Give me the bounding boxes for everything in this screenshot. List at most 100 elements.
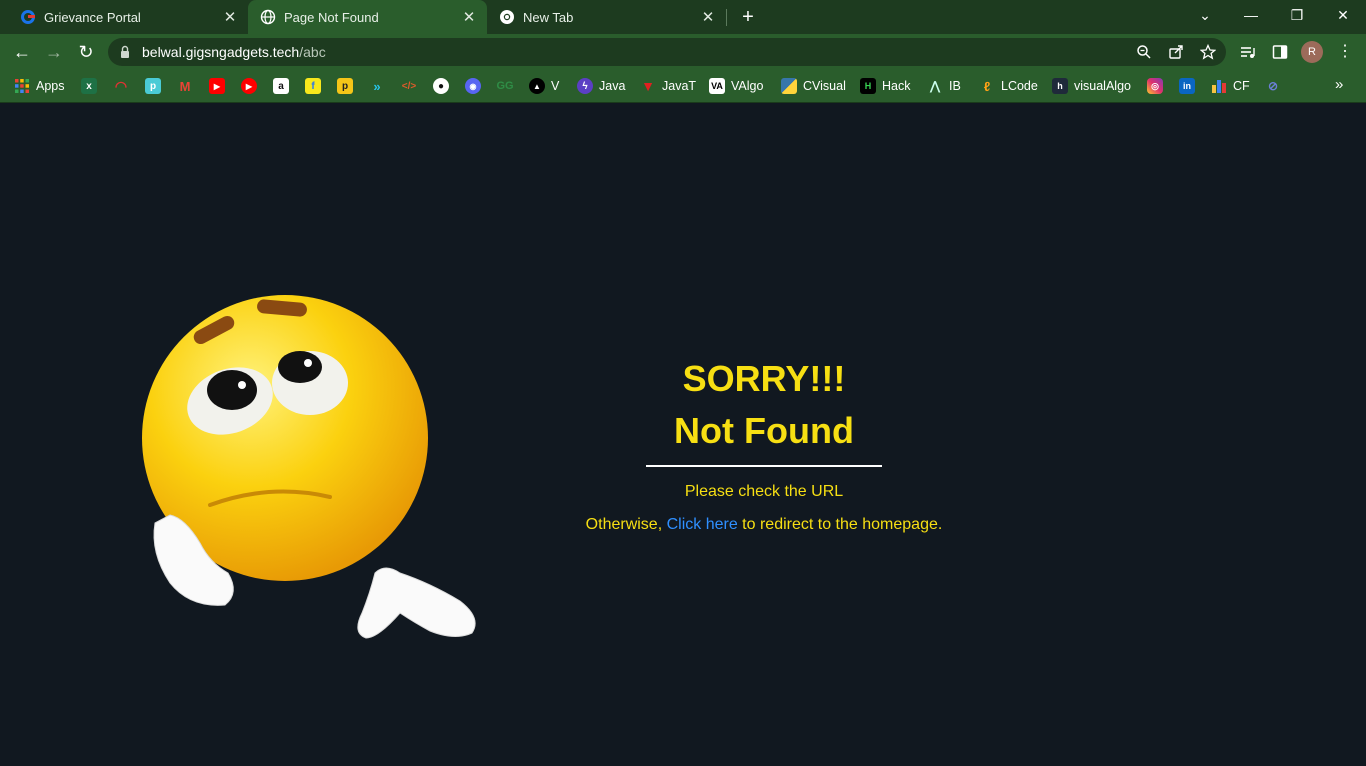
more-bookmarks-icon[interactable]: » bbox=[1335, 76, 1343, 93]
close-tab-icon[interactable]: ✕ bbox=[698, 8, 718, 26]
bookmark-paytm[interactable]: p bbox=[337, 76, 353, 96]
bookmark-label: Hack bbox=[882, 79, 911, 93]
bookmark-label: JavaT bbox=[662, 79, 697, 93]
restore-button[interactable]: ❐ bbox=[1274, 0, 1320, 30]
gfg-icon: GG bbox=[496, 80, 514, 92]
link-icon: ⊘ bbox=[1267, 79, 1279, 93]
bookmark-label: Java bbox=[599, 79, 626, 93]
bookmark-gmail[interactable]: M bbox=[177, 76, 193, 96]
interviewbit-icon: ⋀ bbox=[930, 79, 940, 93]
bookmark-valgo[interactable]: VA VAlgo bbox=[709, 76, 763, 96]
emoji-pupil bbox=[207, 370, 257, 410]
youtube-music-icon: ▶ bbox=[241, 78, 257, 94]
bookmark-cvisual[interactable]: CVisual bbox=[781, 76, 846, 96]
bookmark-javat[interactable]: ▼ JavaT bbox=[640, 76, 696, 96]
url-host: belwal.gigsngadgets.tech bbox=[142, 44, 300, 60]
close-window-button[interactable]: ✕ bbox=[1320, 0, 1366, 30]
tab-new-tab[interactable]: New Tab ✕ bbox=[487, 0, 726, 34]
tab-search-button[interactable]: ⌄ bbox=[1182, 0, 1228, 30]
bookmark-label: CVisual bbox=[803, 79, 846, 93]
codeforces-icon bbox=[1212, 80, 1226, 93]
bookmark-lcode[interactable]: ℓ LCode bbox=[979, 76, 1038, 96]
grievance-portal-favicon-icon bbox=[21, 10, 35, 24]
page-content: SORRY!!! Not Found Please check the URL … bbox=[0, 103, 1366, 766]
reload-button[interactable]: ↻ bbox=[74, 40, 98, 64]
minimize-button[interactable]: — bbox=[1228, 0, 1274, 30]
homepage-link[interactable]: Click here bbox=[667, 516, 738, 533]
tp-link-icon: p bbox=[145, 78, 161, 94]
paytm-p-icon: p bbox=[337, 78, 353, 94]
bookmark-label: visualAlgo bbox=[1074, 79, 1131, 93]
tab-grievance-portal[interactable]: Grievance Portal ✕ bbox=[0, 0, 248, 34]
visualalgo-icon: h bbox=[1052, 78, 1068, 94]
python-icon bbox=[781, 78, 797, 94]
linkedin-icon: in bbox=[1179, 78, 1195, 94]
bookmark-amazon[interactable]: a bbox=[273, 76, 289, 96]
media-queue-icon[interactable] bbox=[1240, 44, 1256, 60]
bookmark-speed[interactable]: ◠ bbox=[113, 76, 129, 96]
bookmark-star-icon[interactable] bbox=[1200, 44, 1216, 60]
bookmark-label: V bbox=[551, 79, 560, 93]
side-panel-icon[interactable] bbox=[1272, 44, 1288, 60]
emoji-pupil bbox=[278, 351, 322, 383]
emoji-right-hand bbox=[357, 567, 476, 639]
leetcode-icon: ℓ bbox=[983, 78, 991, 94]
thinking-emoji-image bbox=[142, 295, 476, 639]
bookmark-label: LCode bbox=[1001, 79, 1038, 93]
share-icon[interactable] bbox=[1168, 44, 1184, 60]
close-tab-icon[interactable]: ✕ bbox=[459, 8, 479, 26]
error-message: SORRY!!! Not Found Please check the URL … bbox=[560, 353, 968, 534]
tab-title: Page Not Found bbox=[284, 9, 379, 25]
check-url-text: Please check the URL bbox=[684, 483, 844, 500]
bookmark-java[interactable]: ϟ Java bbox=[577, 76, 625, 96]
tab-page-not-found[interactable]: Page Not Found ✕ bbox=[248, 0, 487, 34]
menu-kebab-icon[interactable]: ⋮ bbox=[1333, 40, 1357, 64]
address-bar[interactable]: belwal.gigsngadgets.tech/abc bbox=[108, 38, 1226, 66]
bookmark-github[interactable]: ● bbox=[433, 76, 449, 96]
bookmark-gfg[interactable]: GG bbox=[496, 76, 514, 96]
hackerrank-icon: H bbox=[860, 78, 876, 94]
bookmark-v[interactable]: ▲ V bbox=[529, 76, 559, 96]
redirect-prefix: Otherwise, bbox=[585, 516, 667, 533]
amazon-icon: a bbox=[273, 78, 289, 94]
bookmark-tplink[interactable]: p bbox=[145, 76, 161, 96]
bookmark-apps[interactable]: Apps bbox=[14, 76, 65, 96]
tab-strip: Grievance Portal ✕ Page Not Found ✕ New … bbox=[0, 0, 1366, 34]
code-brackets-icon: </> bbox=[401, 80, 417, 92]
back-button[interactable]: ← bbox=[10, 40, 34, 64]
bookmark-youtube[interactable]: ▶ bbox=[209, 76, 225, 96]
bookmark-link[interactable]: ⊘ bbox=[1265, 76, 1281, 96]
bookmark-flipkart[interactable]: f bbox=[305, 76, 321, 96]
bookmark-cf[interactable]: CF bbox=[1211, 76, 1250, 96]
excel-icon: x bbox=[81, 78, 97, 94]
zoom-icon[interactable] bbox=[1136, 44, 1152, 60]
bookmark-label: IB bbox=[949, 79, 961, 93]
bookmark-excel[interactable]: x bbox=[81, 76, 97, 96]
bookmarks-bar: Apps x ◠ p M ▶ ▶ a f p » </> ● ◉ GG ▲ V … bbox=[0, 70, 1366, 103]
profile-avatar[interactable]: R bbox=[1301, 41, 1323, 63]
triangle-icon: ▲ bbox=[529, 78, 545, 94]
bookmark-youtube-music[interactable]: ▶ bbox=[241, 76, 257, 96]
lock-icon bbox=[121, 45, 129, 58]
redirect-suffix: to redirect to the homepage. bbox=[737, 516, 943, 533]
bookmark-linkedin[interactable]: in bbox=[1179, 76, 1195, 96]
discord-icon: ◉ bbox=[465, 78, 481, 94]
forward-button[interactable]: → bbox=[42, 40, 66, 64]
tab-separator bbox=[726, 9, 727, 26]
emoji-eye-glint bbox=[238, 381, 246, 389]
bookmark-label: CF bbox=[1233, 79, 1250, 93]
bookmark-arrow[interactable]: » bbox=[369, 76, 385, 96]
close-tab-icon[interactable]: ✕ bbox=[220, 8, 240, 26]
instagram-icon: ◎ bbox=[1147, 78, 1163, 94]
flipkart-icon: f bbox=[305, 78, 321, 94]
bookmark-code[interactable]: </> bbox=[401, 76, 417, 96]
new-tab-button[interactable]: + bbox=[737, 6, 759, 28]
bookmark-visualalgo[interactable]: h visualAlgo bbox=[1052, 76, 1131, 96]
tab-title: Grievance Portal bbox=[44, 9, 141, 25]
bookmark-discord[interactable]: ◉ bbox=[465, 76, 481, 96]
sorry-heading: SORRY!!! bbox=[682, 358, 846, 399]
valgo-icon: VA bbox=[709, 78, 725, 94]
bookmark-ib[interactable]: ⋀ IB bbox=[927, 76, 961, 96]
bookmark-hack[interactable]: H Hack bbox=[860, 76, 910, 96]
bookmark-instagram[interactable]: ◎ bbox=[1147, 76, 1163, 96]
